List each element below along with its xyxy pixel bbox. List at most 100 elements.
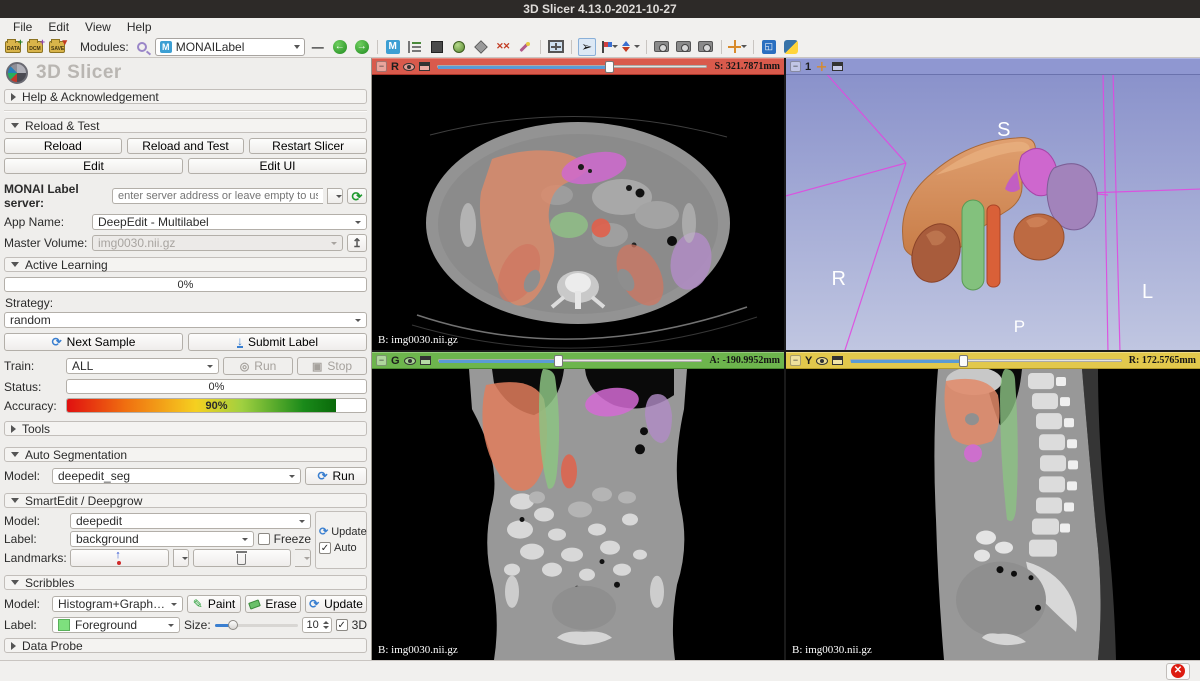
- sagittal-slice-slider[interactable]: [850, 354, 1121, 367]
- layout-selector-button[interactable]: [547, 38, 565, 56]
- server-address-input[interactable]: [112, 188, 323, 204]
- app-name-combo[interactable]: DeepEdit - Multilabel: [92, 214, 367, 230]
- module-selector[interactable]: M MONAILabel: [155, 38, 305, 56]
- segment-editor-button[interactable]: [516, 38, 534, 56]
- menu-help[interactable]: Help: [120, 19, 159, 35]
- place-markup-button[interactable]: [600, 38, 618, 56]
- scribbles-model-combo[interactable]: Histogram+GraphCut: [52, 596, 183, 612]
- menu-file[interactable]: File: [6, 19, 39, 35]
- strategy-combo[interactable]: random: [4, 312, 367, 328]
- module-search-button[interactable]: [133, 38, 151, 56]
- freeze-checkbox[interactable]: [258, 533, 270, 545]
- section-smartedit-deepgrow[interactable]: SmartEdit / Deepgrow: [4, 493, 367, 508]
- maximize-view-icon[interactable]: [832, 62, 843, 71]
- erase-button[interactable]: Erase: [245, 595, 301, 613]
- mouse-interaction-button[interactable]: ➢: [578, 38, 596, 56]
- title-bar: 3D Slicer 4.13.0-2021-10-27: [0, 0, 1200, 18]
- paint-button[interactable]: ✎ Paint: [187, 595, 241, 613]
- scene-restore-button[interactable]: [697, 38, 715, 56]
- markups-icon: ✕✕: [496, 41, 509, 52]
- pin-icon[interactable]: −: [376, 355, 387, 366]
- section-auto-segmentation[interactable]: Auto Segmentation: [4, 447, 367, 462]
- autoseg-model-combo[interactable]: deepedit_seg: [52, 468, 301, 484]
- menu-view[interactable]: View: [78, 19, 118, 35]
- visibility-eye-icon[interactable]: [816, 357, 828, 365]
- server-refresh-button[interactable]: ⟳: [347, 188, 367, 204]
- restart-slicer-button[interactable]: Restart Slicer: [249, 138, 367, 154]
- add-data-button[interactable]: +DATA: [4, 38, 22, 56]
- module-hierarchy-button[interactable]: [406, 38, 424, 56]
- markups-module-button[interactable]: ✕✕: [494, 38, 512, 56]
- section-help-acknowledgement[interactable]: Help & Acknowledgement: [4, 89, 367, 104]
- link-views-icon[interactable]: [419, 62, 430, 71]
- brush-size-slider[interactable]: [215, 619, 298, 631]
- autoseg-run-button[interactable]: ⟳ Run: [305, 467, 367, 485]
- save-button[interactable]: ▾SAVE: [48, 38, 66, 56]
- train-combo[interactable]: ALL: [66, 358, 219, 374]
- crosshair-button[interactable]: [728, 38, 747, 56]
- section-tools[interactable]: Tools: [4, 421, 367, 436]
- landmark-dropdown-button[interactable]: [173, 549, 189, 567]
- edit-ui-button[interactable]: Edit UI: [188, 158, 367, 174]
- extensions-manager-button[interactable]: ◱: [760, 38, 778, 56]
- smartedit-label-value: background: [76, 532, 139, 546]
- smartedit-model-combo[interactable]: deepedit: [70, 513, 311, 529]
- scene-view-button[interactable]: [675, 38, 693, 56]
- train-stop-button[interactable]: ▣ Stop: [297, 357, 367, 375]
- reload-and-test-button[interactable]: Reload and Test: [127, 138, 245, 154]
- visibility-eye-icon[interactable]: [403, 63, 415, 71]
- module-back-button[interactable]: ←: [331, 38, 349, 56]
- scribbles-update-button[interactable]: ⟳ Update: [305, 595, 367, 613]
- section-data-probe[interactable]: Data Probe: [4, 638, 367, 653]
- pin-icon[interactable]: −: [790, 61, 801, 72]
- place-fiducial-button[interactable]: [622, 38, 640, 56]
- threed-view[interactable]: S R L P: [786, 75, 1200, 350]
- fetch-volume-button[interactable]: ↥: [347, 234, 367, 252]
- reload-button[interactable]: Reload: [4, 138, 122, 154]
- module-history-button[interactable]: —: [309, 38, 327, 56]
- dicom-button[interactable]: +DCM: [26, 38, 44, 56]
- threed-render: [786, 75, 1200, 350]
- pin-icon[interactable]: −: [790, 355, 801, 366]
- python-console-button[interactable]: [782, 38, 800, 56]
- link-views-icon[interactable]: [832, 356, 843, 365]
- axial-slice-view[interactable]: B: img0030.nii.gz: [372, 75, 784, 350]
- axial-slice-slider[interactable]: [437, 60, 707, 73]
- edit-button[interactable]: Edit: [4, 158, 183, 174]
- delete-dropdown-button[interactable]: [295, 549, 311, 567]
- place-landmark-button[interactable]: [70, 549, 169, 567]
- submit-label-button[interactable]: ↓ Submit Label: [188, 333, 367, 351]
- close-error-log-button[interactable]: ✕: [1166, 663, 1190, 680]
- server-dropdown-button[interactable]: [327, 188, 343, 204]
- volumes-module-button[interactable]: [450, 38, 468, 56]
- monailabel-shortcut-button[interactable]: M: [384, 38, 402, 56]
- scribbles-label-combo[interactable]: Foreground: [52, 617, 180, 633]
- auto-checkbox[interactable]: ✓: [319, 542, 331, 554]
- module-panel: 3D Slicer Help & Acknowledgement Reload …: [0, 58, 372, 660]
- master-volume-combo[interactable]: img0030.nii.gz: [92, 235, 343, 251]
- section-active-learning[interactable]: Active Learning: [4, 257, 367, 272]
- slicer-logo-icon: [6, 62, 28, 84]
- module-forward-button[interactable]: →: [353, 38, 371, 56]
- smartedit-update-button[interactable]: ⟳ Update: [319, 526, 363, 538]
- coronal-slice-view[interactable]: B: img0030.nii.gz: [372, 369, 784, 660]
- brush-size-spinner[interactable]: 10: [302, 617, 332, 633]
- screenshot-button[interactable]: [653, 38, 671, 56]
- pin-icon[interactable]: −: [376, 61, 387, 72]
- visibility-eye-icon[interactable]: [404, 357, 416, 365]
- threed-checkbox[interactable]: ✓: [336, 619, 348, 631]
- delete-landmarks-button[interactable]: [193, 549, 292, 567]
- smartedit-auto-option[interactable]: ✓ Auto: [319, 542, 363, 554]
- sagittal-slice-view[interactable]: B: img0030.nii.gz: [786, 369, 1200, 660]
- center-view-icon[interactable]: [817, 62, 826, 71]
- menu-edit[interactable]: Edit: [41, 19, 76, 35]
- section-reload-test[interactable]: Reload & Test: [4, 118, 367, 133]
- data-module-button[interactable]: [428, 38, 446, 56]
- link-views-icon[interactable]: [420, 356, 431, 365]
- models-module-button[interactable]: [472, 38, 490, 56]
- section-scribbles[interactable]: Scribbles: [4, 575, 367, 590]
- train-run-button[interactable]: ◎ Run: [223, 357, 293, 375]
- coronal-slice-slider[interactable]: [438, 354, 703, 367]
- smartedit-label-combo[interactable]: background: [70, 531, 254, 547]
- next-sample-button[interactable]: ⟳ Next Sample: [4, 333, 183, 351]
